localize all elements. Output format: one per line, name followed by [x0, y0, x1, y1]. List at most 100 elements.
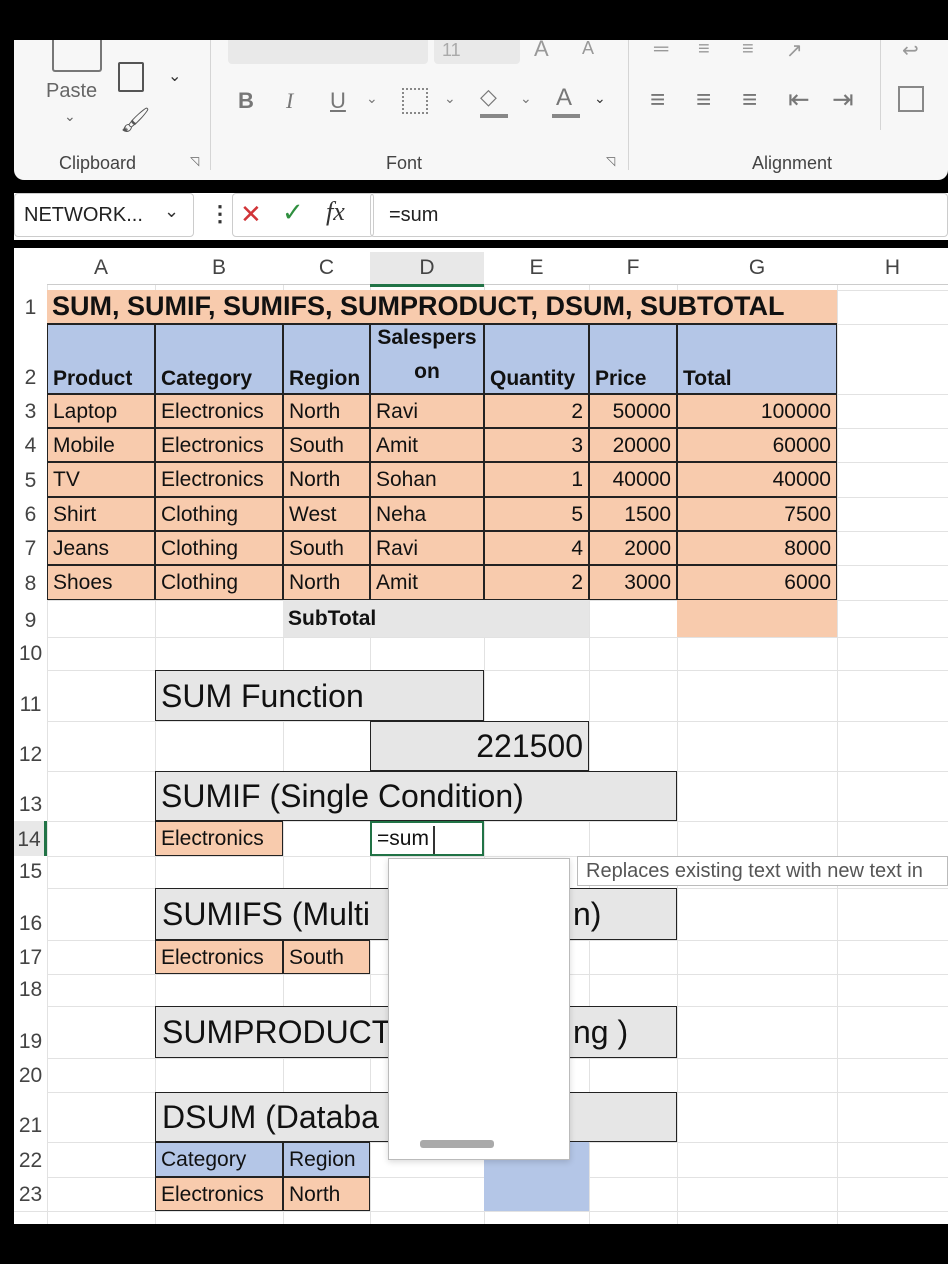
row-header[interactable]: 5 [14, 462, 47, 497]
select-all-corner[interactable] [14, 252, 48, 284]
sumif-criteria[interactable]: Electronics [155, 821, 283, 856]
borders-dropdown-icon[interactable]: ⌄ [444, 90, 456, 107]
data-cell[interactable]: 2 [484, 565, 589, 600]
row-header[interactable]: 13 [14, 771, 47, 821]
data-cell[interactable]: Neha [370, 497, 484, 531]
row-header[interactable]: 6 [14, 497, 47, 531]
data-cell[interactable]: North [283, 394, 370, 428]
data-cell[interactable]: Clothing [155, 497, 283, 531]
decrease-indent-icon[interactable]: ⇤ [788, 84, 810, 115]
increase-indent-icon[interactable]: ⇥ [832, 84, 854, 115]
active-cell-editor[interactable]: =sum [370, 821, 484, 856]
row-header[interactable]: 8 [14, 565, 47, 600]
row-header[interactable]: 12 [14, 721, 47, 771]
row-header[interactable]: 17 [14, 940, 47, 974]
italic-button[interactable]: I [286, 88, 293, 114]
autocomplete-scrollbar-thumb[interactable] [420, 1140, 494, 1148]
top-align-icon[interactable]: ═ [654, 38, 668, 61]
data-cell[interactable]: Amit [370, 428, 484, 462]
row-header[interactable]: 19 [14, 1006, 47, 1058]
data-cell[interactable]: West [283, 497, 370, 531]
data-cell[interactable]: Electronics [155, 462, 283, 497]
formula-input[interactable]: =sum [370, 193, 948, 237]
data-cell[interactable]: 8000 [677, 531, 837, 565]
data-cell[interactable]: 3000 [589, 565, 677, 600]
data-cell[interactable]: Shirt [47, 497, 155, 531]
row-header[interactable]: 15 [14, 856, 47, 888]
data-cell[interactable]: 40000 [677, 462, 837, 497]
cancel-icon[interactable]: ✕ [240, 199, 262, 230]
data-cell[interactable]: Shoes [47, 565, 155, 600]
data-cell[interactable]: 7500 [677, 497, 837, 531]
subtotal-result-cell[interactable] [677, 600, 837, 637]
align-left-icon[interactable]: ≡ [650, 84, 665, 115]
font-name-box[interactable] [228, 40, 428, 64]
column-header[interactable]: A [47, 252, 155, 285]
data-cell[interactable]: Laptop [47, 394, 155, 428]
borders-icon[interactable] [402, 88, 428, 114]
data-cell[interactable]: Jeans [47, 531, 155, 565]
row-header[interactable]: 2 [14, 324, 47, 394]
paste-icon[interactable] [52, 40, 102, 72]
orientation-icon[interactable]: ↗ [786, 38, 803, 63]
grow-font-icon[interactable]: A [534, 36, 549, 62]
underline-button[interactable]: U [330, 88, 346, 114]
data-cell[interactable]: South [283, 428, 370, 462]
copy-dropdown-icon[interactable]: ⌄ [168, 66, 181, 86]
column-header[interactable]: C [283, 252, 370, 285]
shrink-font-icon[interactable]: A [582, 38, 594, 59]
row-header[interactable]: 11 [14, 670, 47, 721]
sumifs-criteria-region[interactable]: South [283, 940, 370, 974]
data-cell[interactable]: Ravi [370, 531, 484, 565]
data-cell[interactable]: Electronics [155, 428, 283, 462]
fill-color-dropdown-icon[interactable]: ⌄ [520, 90, 532, 107]
font-color-button[interactable]: A [556, 84, 572, 112]
data-cell[interactable]: Sohan [370, 462, 484, 497]
bottom-align-icon[interactable]: ≡ [742, 38, 754, 61]
data-cell[interactable]: 3 [484, 428, 589, 462]
data-cell[interactable]: 2000 [589, 531, 677, 565]
paste-button[interactable]: Paste [46, 80, 97, 103]
data-cell[interactable]: Ravi [370, 394, 484, 428]
data-cell[interactable]: North [283, 462, 370, 497]
data-cell[interactable]: 60000 [677, 428, 837, 462]
font-size-box[interactable]: 11 [434, 40, 520, 64]
dsum-value-region[interactable]: North [283, 1177, 370, 1211]
copy-icon[interactable] [118, 62, 144, 92]
data-cell[interactable]: Mobile [47, 428, 155, 462]
clipboard-dialog-launcher-icon[interactable]: ◹ [190, 154, 199, 168]
data-cell[interactable]: North [283, 565, 370, 600]
font-color-dropdown-icon[interactable]: ⌄ [594, 90, 606, 107]
data-cell[interactable]: 40000 [589, 462, 677, 497]
row-header[interactable]: 20 [14, 1058, 47, 1092]
wrap-text-icon[interactable]: ↩ [902, 38, 919, 63]
row-header[interactable]: 4 [14, 428, 47, 462]
enter-icon[interactable]: ✓ [282, 197, 304, 228]
fill-color-icon[interactable]: ◇ [480, 84, 497, 110]
row-header[interactable]: 9 [14, 600, 47, 637]
data-cell[interactable]: 1500 [589, 497, 677, 531]
data-cell[interactable]: 50000 [589, 394, 677, 428]
data-cell[interactable]: Clothing [155, 565, 283, 600]
font-dialog-launcher-icon[interactable]: ◹ [606, 154, 615, 168]
worksheet-grid[interactable]: A B C D E F G H 1 2 3 4 5 6 7 8 9 10 11 12 13 14 15 16 17 18 19 20 2… [14, 248, 948, 1224]
name-box-dropdown-icon[interactable]: ⌄ [164, 201, 179, 222]
middle-align-icon[interactable]: ≡ [698, 38, 710, 61]
column-header[interactable]: G [677, 252, 837, 285]
row-header[interactable]: 18 [14, 974, 47, 1006]
data-cell[interactable]: South [283, 531, 370, 565]
autocomplete-list[interactable] [388, 858, 570, 1160]
data-cell[interactable]: 20000 [589, 428, 677, 462]
align-center-icon[interactable]: ≡ [696, 84, 711, 115]
row-header[interactable]: 22 [14, 1142, 47, 1177]
dsum-value-category[interactable]: Electronics [155, 1177, 283, 1211]
align-right-icon[interactable]: ≡ [742, 84, 757, 115]
data-cell[interactable]: Clothing [155, 531, 283, 565]
column-header[interactable]: D [370, 252, 484, 287]
data-cell[interactable]: Amit [370, 565, 484, 600]
paste-dropdown-icon[interactable]: ⌄ [64, 108, 76, 125]
row-header[interactable]: 7 [14, 531, 47, 565]
row-header[interactable]: 1 [14, 290, 47, 324]
data-cell[interactable]: 6000 [677, 565, 837, 600]
sum-result[interactable]: 221500 [370, 721, 589, 771]
